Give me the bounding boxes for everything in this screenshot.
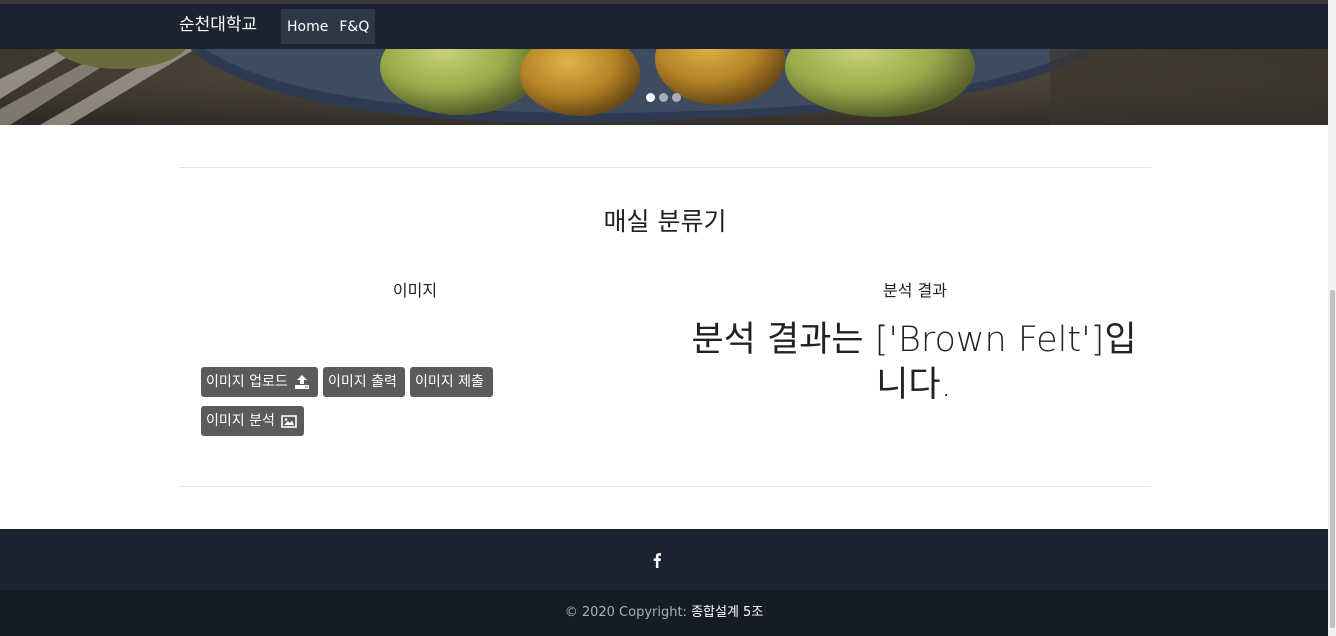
image-print-label: 이미지 출력 [328,374,397,390]
carousel-indicator-1[interactable] [646,93,655,102]
copyright-prefix: © 2020 Copyright: [564,605,692,620]
image-icon [281,415,297,428]
image-submit-label: 이미지 제출 [415,374,484,390]
image-column-heading: 이미지 [392,281,438,300]
image-upload-button[interactable]: 이미지 업로드 [201,367,318,397]
result-column-heading: 분석 결과 [883,281,947,300]
page-title: 매실 분류기 [603,207,727,236]
image-analyze-label: 이미지 분석 [206,413,275,429]
hero-carousel [0,49,1328,125]
copyright-link[interactable]: 종합설계 5조 [691,605,763,620]
nav-links: Home F&Q [281,9,376,44]
divider-top [179,167,1151,168]
upload-icon [294,375,309,389]
facebook-icon[interactable] [650,552,664,568]
navbar: 순천대학교 Home F&Q [0,0,1328,49]
carousel-indicators [646,93,681,102]
brand-logo[interactable]: 순천대학교 [179,13,257,37]
image-print-button[interactable]: 이미지 출력 [323,367,405,397]
image-submit-button[interactable]: 이미지 제출 [410,367,493,397]
carousel-indicator-3[interactable] [672,93,681,102]
divider-bottom [179,486,1151,487]
hero-image [0,49,1328,125]
page: 순천대학교 Home F&Q 매실 분류기 이미지 분석 결과 이미지 업로드 … [0,0,1328,636]
nav-link-home[interactable]: Home [287,19,328,35]
copyright-text: © 2020 Copyright: 종합설계 5조 [0,603,1328,623]
analysis-result-text: 분석 결과는 ['Brown Felt']입니다. [691,320,1137,405]
scrollbar-thumb[interactable] [1330,290,1335,628]
image-upload-label: 이미지 업로드 [206,374,288,390]
nav-link-faq[interactable]: F&Q [339,19,369,35]
footer-social-bar [0,529,1328,590]
image-analyze-button[interactable]: 이미지 분석 [201,406,304,436]
carousel-indicator-2[interactable] [659,93,668,102]
